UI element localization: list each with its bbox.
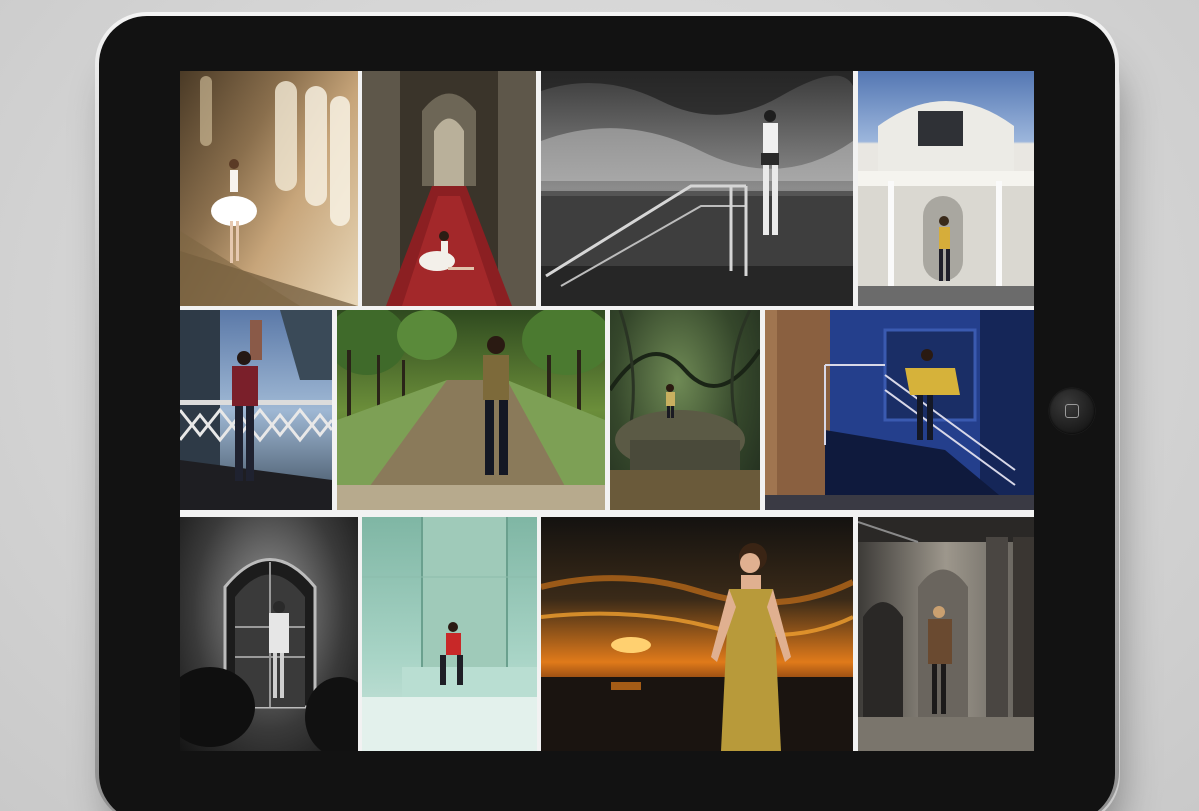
photo-scene — [180, 558, 358, 751]
photo-scene — [541, 543, 853, 751]
home-square-icon — [1065, 404, 1079, 418]
photo-tile-ballerina-red-staircase[interactable] — [362, 71, 536, 306]
photo-scene — [180, 76, 358, 306]
photo-scene — [765, 310, 1034, 510]
photo-tile-woman-red-mint-room[interactable] — [362, 517, 537, 751]
photo-tile-woman-on-bridge[interactable] — [180, 310, 332, 510]
photo-scene — [858, 517, 1034, 751]
photo-tile-woman-gold-dress-sunset[interactable] — [541, 517, 853, 751]
photo-tile-woman-stone-archway[interactable] — [858, 517, 1034, 751]
photo-scene — [362, 71, 536, 306]
photo-scene — [610, 310, 760, 510]
photo-tile-bw-woman-railing-sea[interactable] — [541, 71, 853, 306]
photo-scene — [362, 517, 537, 751]
background — [0, 0, 1199, 811]
photo-gallery-screen[interactable] — [180, 71, 1034, 751]
photo-tile-woman-blue-stairs[interactable] — [765, 310, 1034, 510]
photo-tile-ballerina-castle-staircase[interactable] — [180, 71, 358, 306]
photo-scene — [337, 310, 605, 510]
photo-tile-bw-woman-gothic-window[interactable] — [180, 517, 358, 751]
photo-tile-woman-tree-avenue[interactable] — [337, 310, 605, 510]
photo-tile-woman-forest-glade[interactable] — [610, 310, 760, 510]
home-button[interactable] — [1049, 388, 1095, 434]
photo-scene — [858, 101, 1034, 306]
photo-scene — [180, 310, 332, 510]
photo-scene — [541, 71, 853, 306]
photo-tile-woman-art-deco-house[interactable] — [858, 71, 1034, 306]
